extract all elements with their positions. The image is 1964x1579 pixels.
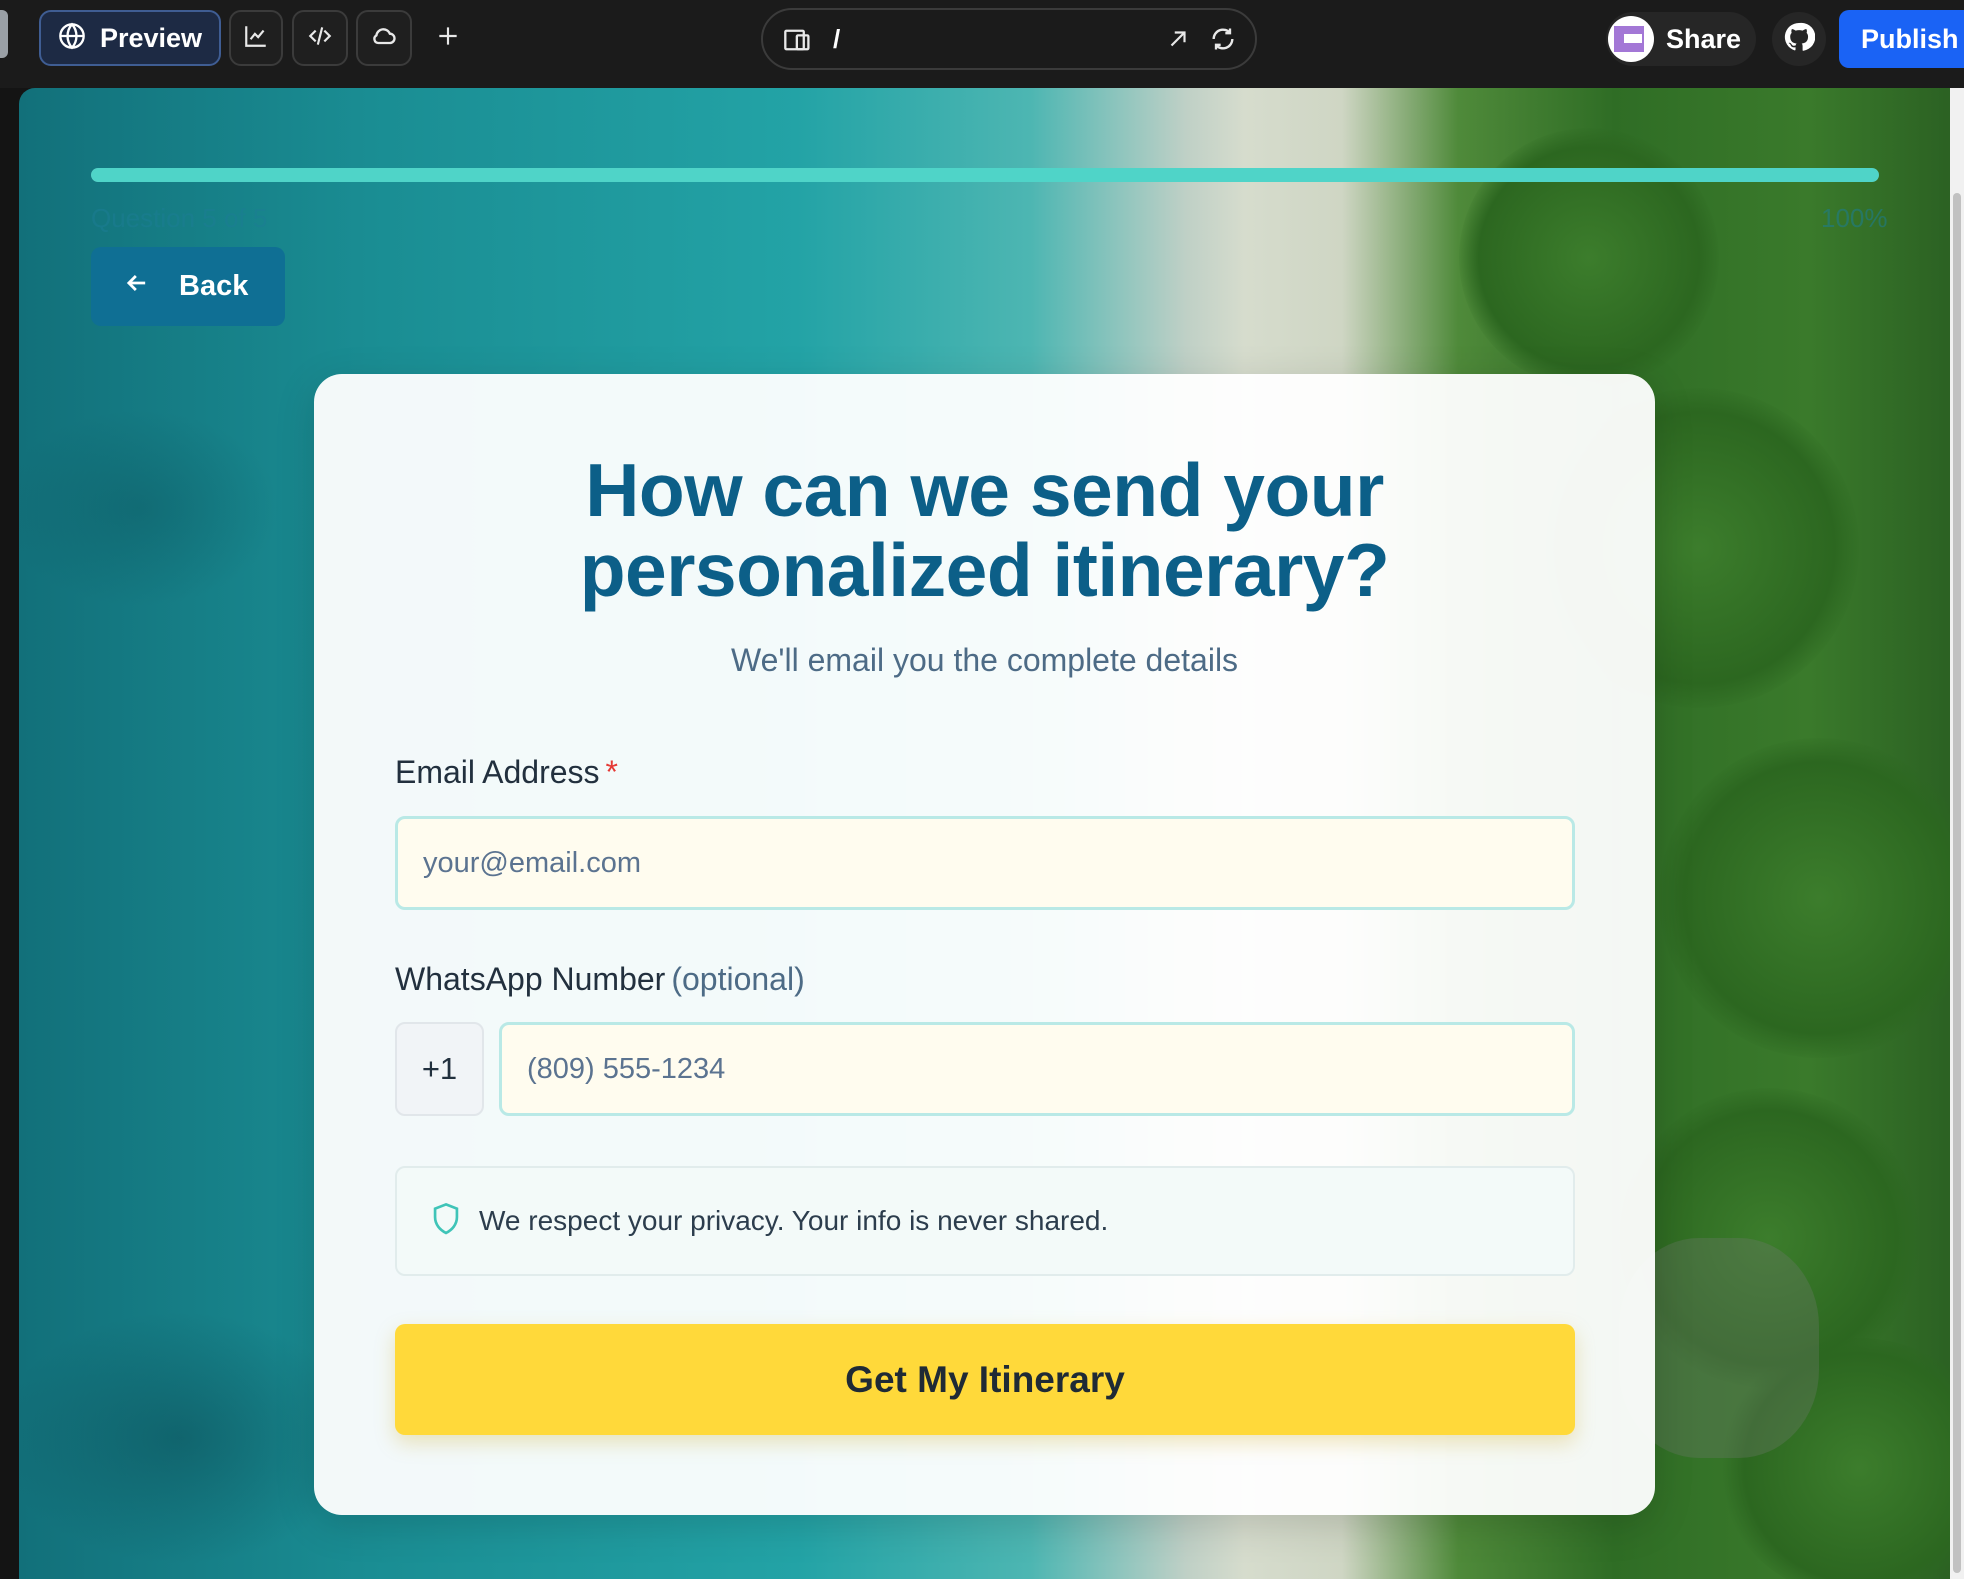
share-label: Share [1666, 23, 1742, 54]
analytics-button[interactable] [229, 10, 283, 66]
analytics-icon [243, 23, 269, 54]
avatar [1608, 16, 1654, 62]
question-progress-label: Question 5 of 5 [91, 203, 268, 233]
preview-button[interactable]: Preview [39, 10, 221, 66]
get-itinerary-button[interactable]: Get My Itinerary [395, 1324, 1575, 1435]
whatsapp-input[interactable] [499, 1022, 1575, 1116]
contact-form-card: How can we send your personalized itiner… [314, 374, 1655, 1515]
add-button[interactable] [428, 18, 468, 58]
sidebar-toggle-handle[interactable] [0, 10, 8, 58]
shield-icon [431, 1202, 461, 1241]
progress-bar-fill [91, 168, 1879, 182]
back-button[interactable]: Back [91, 247, 285, 326]
country-code: +1 [395, 1022, 484, 1116]
top-toolbar: Preview / Share Publish [0, 0, 1964, 88]
publish-button[interactable]: Publish [1839, 10, 1964, 68]
share-button[interactable]: Share [1606, 12, 1756, 66]
scrollbar[interactable] [1950, 88, 1964, 1579]
progress-percent-label: 100% [1821, 203, 1888, 233]
progress-bar [91, 168, 1879, 182]
cloud-button[interactable] [356, 10, 412, 66]
cloud-icon [370, 22, 398, 55]
github-icon [1783, 21, 1816, 58]
back-label: Back [179, 270, 249, 302]
scrollbar-thumb[interactable] [1953, 193, 1961, 1573]
background-foliage [1659, 738, 1964, 1058]
background-foliage [1459, 128, 1719, 388]
page-title: How can we send your personalized itiner… [314, 450, 1655, 610]
preview-label: Preview [99, 22, 203, 53]
github-button[interactable] [1772, 12, 1826, 66]
title-line-2: personalized itinerary? [579, 528, 1390, 612]
email-label-text: Email Address [395, 754, 600, 790]
open-external-icon[interactable] [1165, 26, 1191, 57]
code-icon [307, 23, 333, 54]
email-input[interactable] [395, 816, 1575, 910]
privacy-text: We respect your privacy. Your info is ne… [479, 1205, 1109, 1236]
whatsapp-label: WhatsApp Number (optional) [395, 961, 805, 998]
url-path: / [833, 24, 841, 54]
title-line-1: How can we send your [585, 448, 1384, 532]
device-icon[interactable] [783, 26, 813, 59]
url-bar[interactable]: / [761, 8, 1257, 70]
whatsapp-label-text: WhatsApp Number [395, 961, 666, 997]
required-marker: * [605, 754, 618, 790]
reload-icon[interactable] [1209, 25, 1237, 58]
email-label: Email Address * [395, 754, 618, 791]
arrow-left-icon [123, 269, 151, 305]
privacy-notice: We respect your privacy. Your info is ne… [395, 1166, 1575, 1276]
plus-icon [435, 23, 461, 54]
optional-marker: (optional) [671, 961, 805, 997]
code-button[interactable] [292, 10, 348, 66]
preview-canvas: Question 5 of 5 100% Back How can we sen… [19, 88, 1964, 1579]
globe-icon [58, 22, 86, 55]
page-subtitle: We'll email you the complete details [730, 642, 1239, 678]
